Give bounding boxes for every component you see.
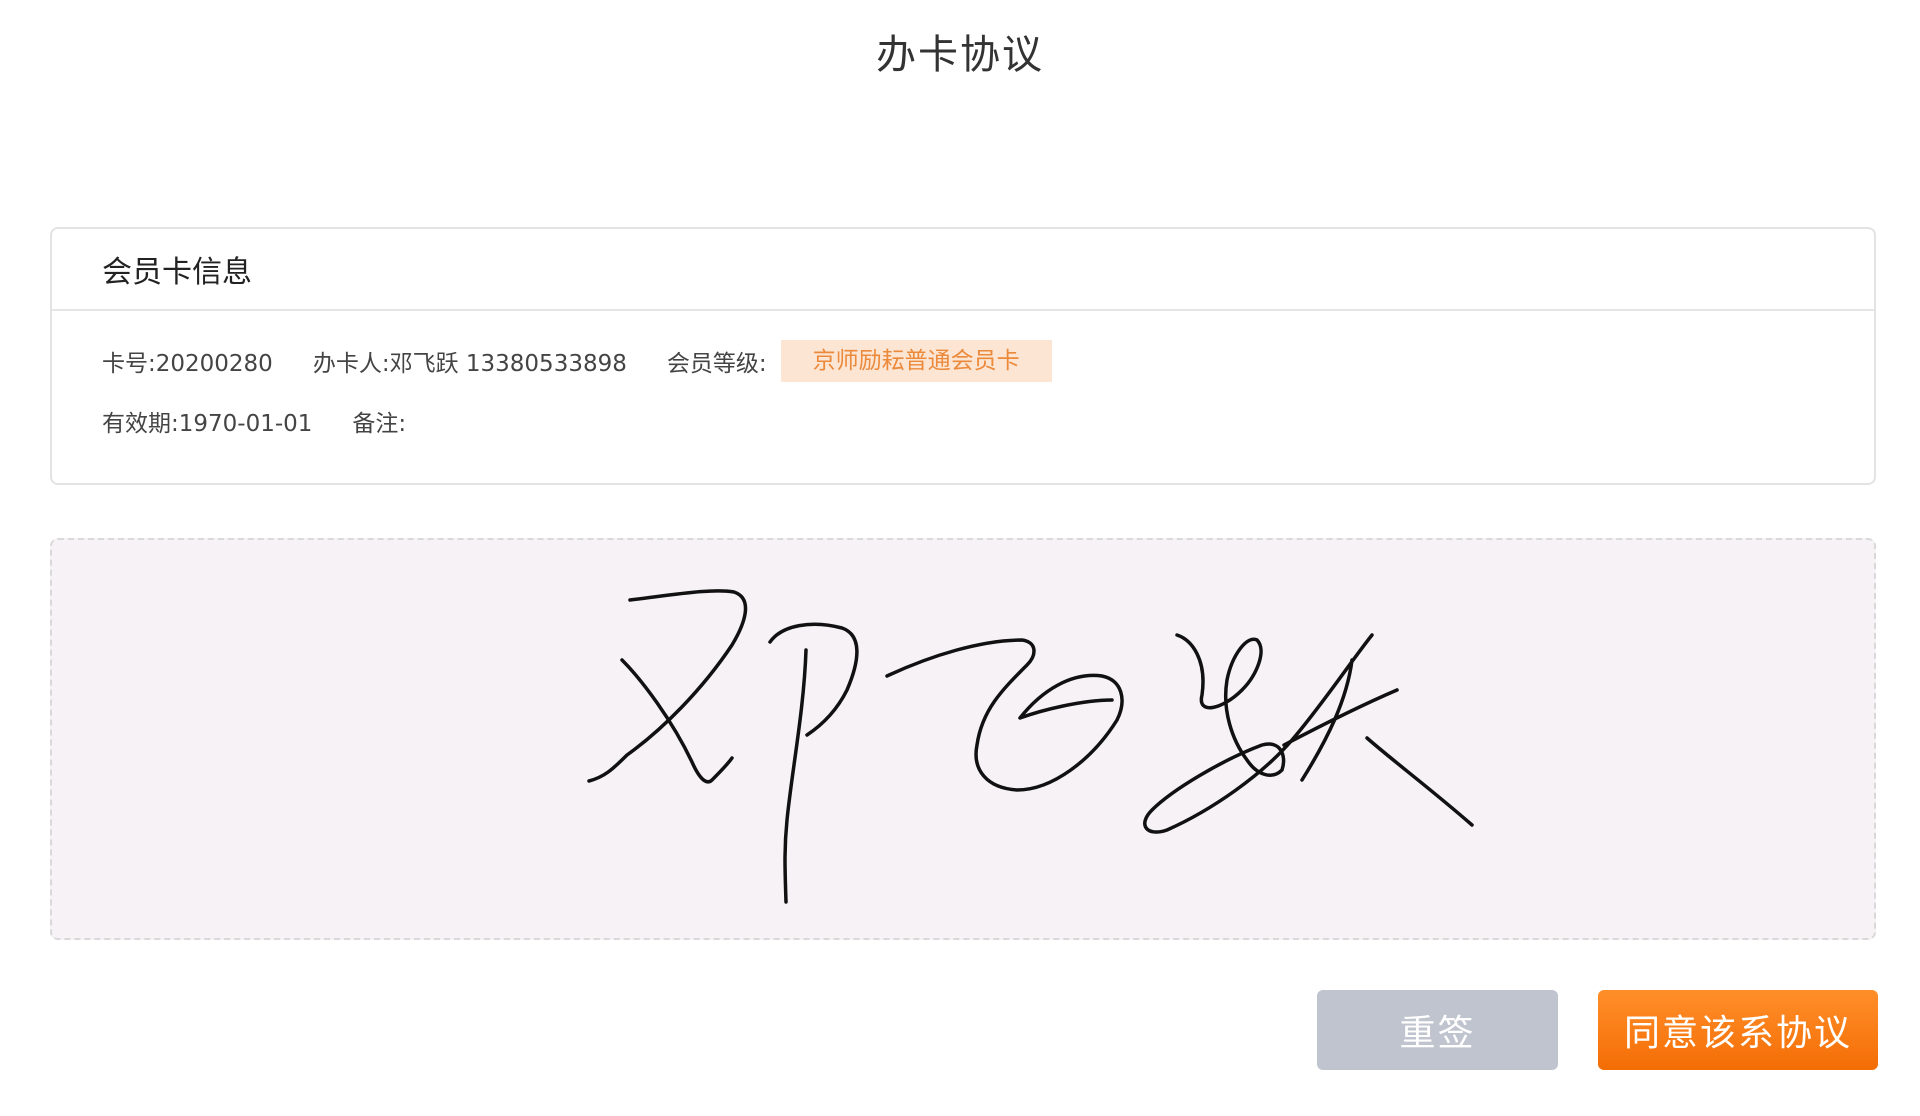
signature-stroke: [1282, 688, 1399, 747]
card-info-header: 会员卡信息: [52, 229, 1874, 311]
signature-stroke: [587, 589, 748, 783]
signature-stroke: [768, 622, 859, 737]
expiry-date: 有效期:1970-01-01: [102, 411, 313, 437]
agreement-page: 办卡协议 会员卡信息 卡号:20200280 办卡人:邓飞跃 133805338…: [0, 0, 1920, 1116]
signature-strokes: [587, 589, 1474, 904]
member-level-label: 会员等级:: [666, 351, 767, 377]
signature-stroke: [783, 648, 808, 904]
remark-label: 备注:: [352, 411, 407, 437]
card-number: 卡号:20200280: [102, 351, 273, 377]
signature-stroke: [1143, 633, 1374, 834]
signature-stroke: [885, 638, 1124, 792]
member-level-badge: 京师励耘普通会员卡: [780, 340, 1052, 382]
page-title: 办卡协议: [876, 32, 1044, 78]
agree-agreement-button[interactable]: 同意该系协议: [1598, 990, 1878, 1070]
info-row-secondary: 有效期:1970-01-01 备注:: [102, 399, 1874, 443]
signature-pad[interactable]: [50, 538, 1876, 940]
info-row-primary: 卡号:20200280 办卡人:邓飞跃 13380533898 会员等级: 京师…: [102, 339, 1874, 383]
card-holder: 办卡人:邓飞跃 13380533898: [312, 351, 627, 377]
member-card-info-panel: 会员卡信息 卡号:20200280 办卡人:邓飞跃 13380533898 会员…: [50, 227, 1876, 485]
signature-stroke: [620, 658, 734, 784]
resign-button[interactable]: 重签: [1317, 990, 1558, 1070]
card-info-body: 卡号:20200280 办卡人:邓飞跃 13380533898 会员等级: 京师…: [52, 311, 1874, 443]
signature-stroke: [1365, 736, 1474, 827]
